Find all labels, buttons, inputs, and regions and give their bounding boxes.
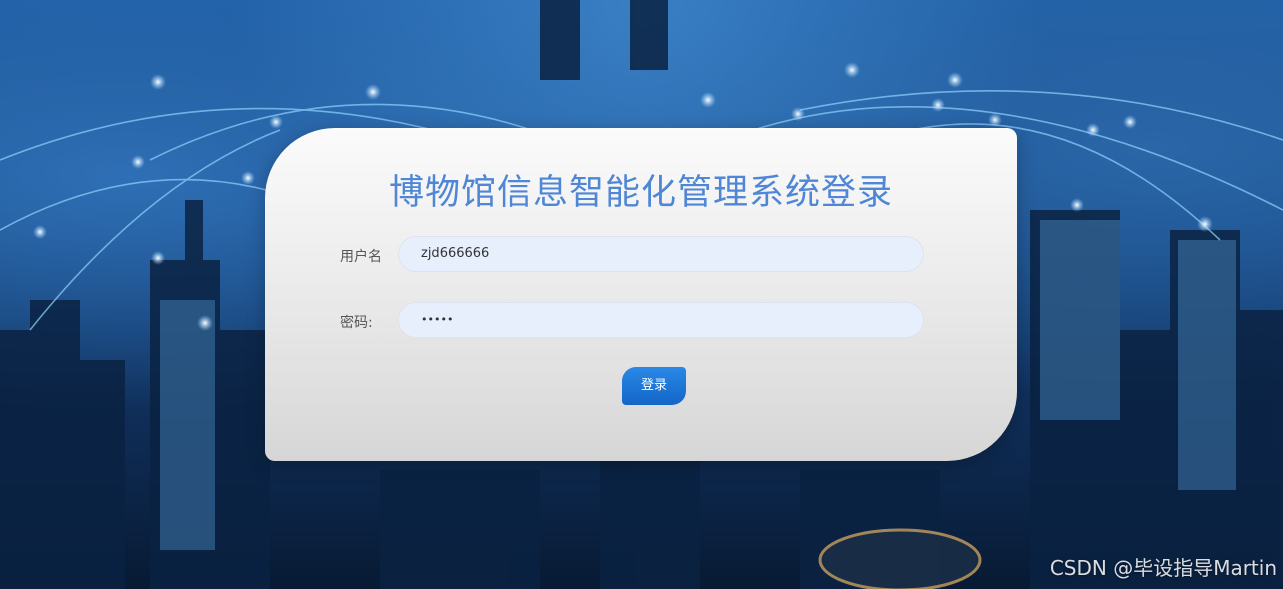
watermark: CSDN @毕设指导Martin — [1049, 556, 1277, 580]
login-title: 博物馆信息智能化管理系统登录 — [388, 173, 893, 213]
login-button[interactable]: 登录 — [622, 367, 686, 405]
password-input[interactable]: ••••• — [398, 302, 924, 338]
username-input[interactable]: zjd666666 — [398, 236, 924, 272]
login-card: 博物馆信息智能化管理系统登录 用户名 zjd666666 密码: ••••• 登… — [265, 128, 1017, 461]
password-label: 密码: — [340, 315, 373, 331]
username-label: 用户名 — [340, 249, 382, 265]
